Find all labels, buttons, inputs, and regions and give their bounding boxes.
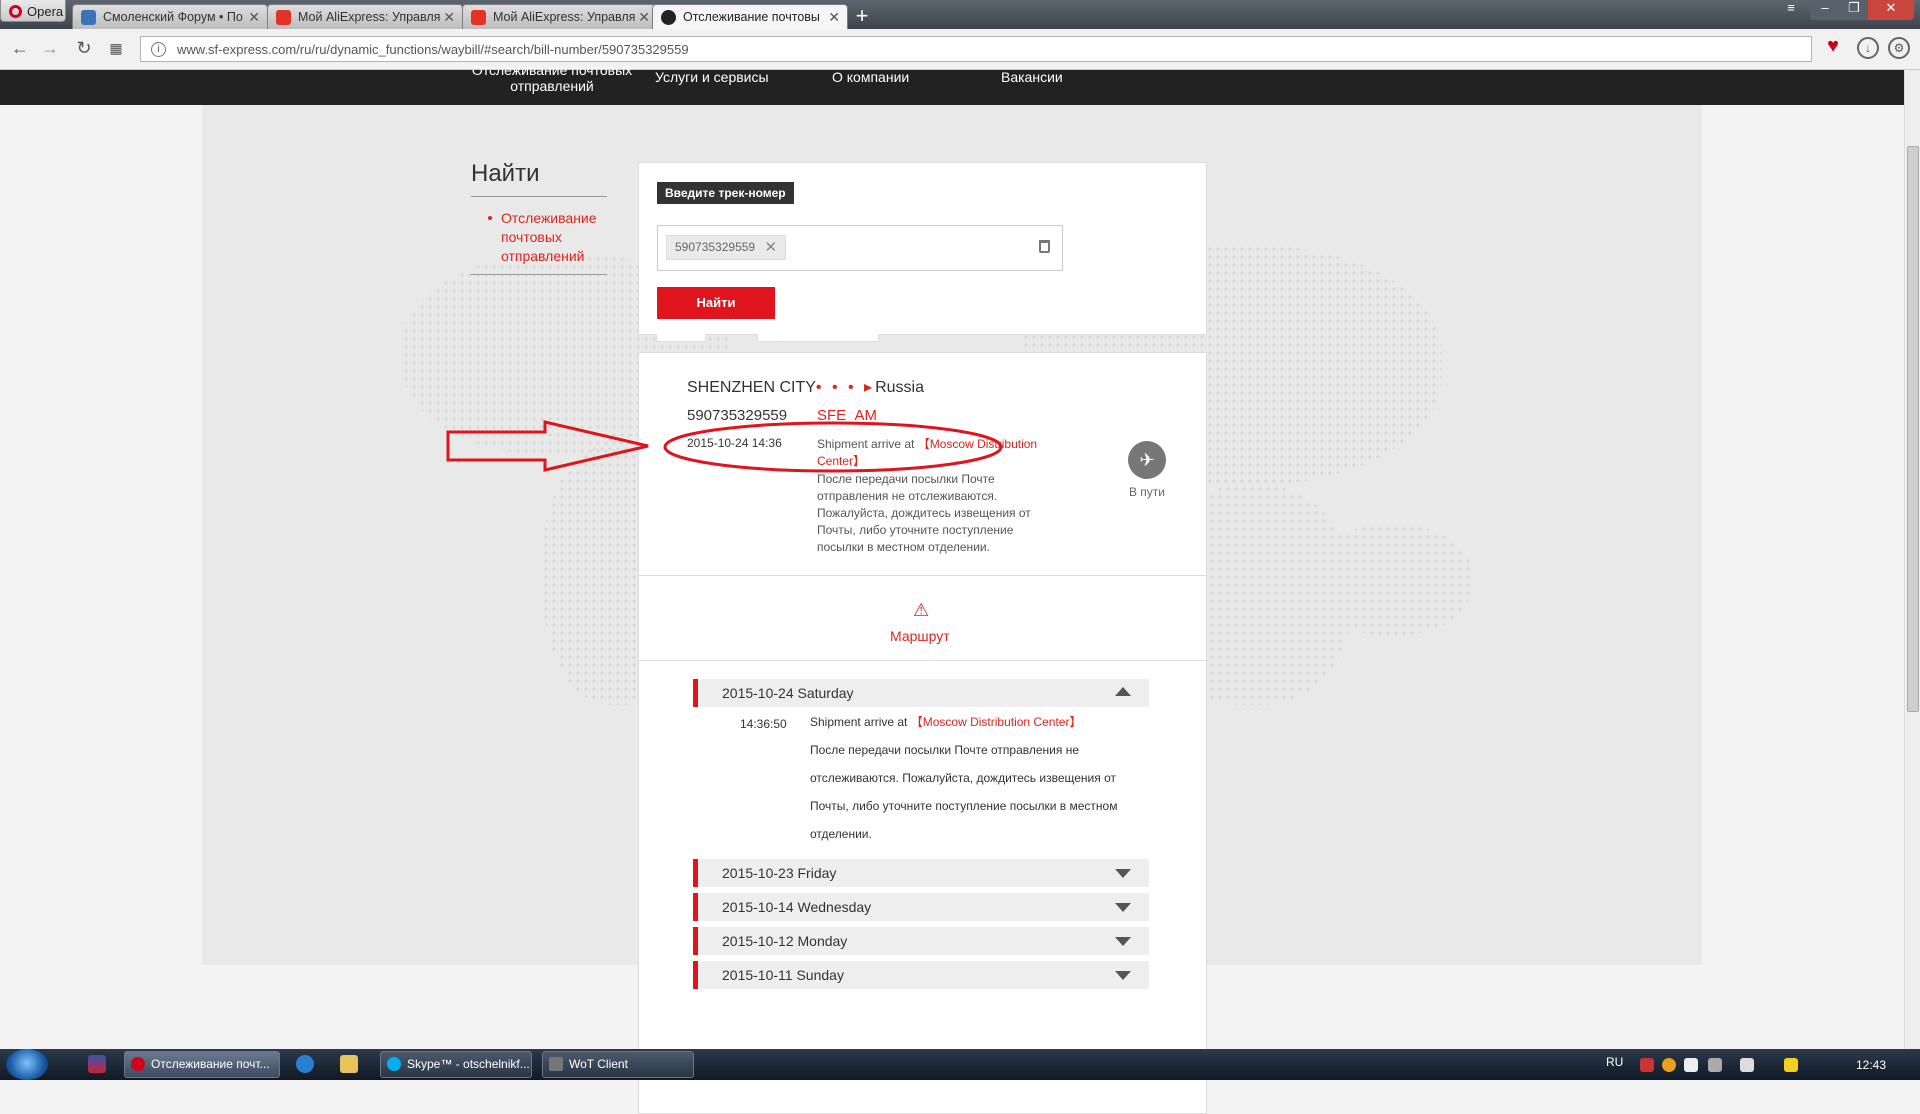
start-button[interactable] [6,1049,48,1080]
taskbar-opera[interactable]: Отслеживание почт... [124,1051,280,1078]
close-tab-icon[interactable]: ✕ [443,9,455,26]
annotation-ellipse [663,421,1003,473]
tray-volume-icon[interactable] [1684,1058,1698,1072]
tab-sf-tracking[interactable]: Отслеживание почтовы ✕ [652,4,848,29]
forward-arrow-icon[interactable]: → [38,38,62,59]
site-navigation: Отслеживание почтовых отправлений Услуги… [0,62,1904,105]
nav-services[interactable]: Услуги и сервисы [655,70,769,84]
tray-flag-icon[interactable] [1640,1058,1654,1072]
tray-avast-icon[interactable] [1662,1058,1676,1072]
aliexpress-favicon-icon [471,10,486,25]
maximize-button[interactable]: ❐ [1840,0,1868,20]
nav-about[interactable]: О компании [832,70,909,84]
page-content: Найти Отслеживание почтовых отправлений … [0,105,1904,1114]
windows-taskbar: Отслеживание почт... Skype™ - otschelnik… [0,1049,1920,1080]
folder-icon[interactable] [340,1055,358,1073]
tab-aliexpress-1[interactable]: Мой AliExpress: Управля ✕ [267,4,463,29]
page-scrollbar[interactable] [1904,70,1920,1049]
language-flag-icon[interactable] [88,1055,106,1073]
reload-icon[interactable]: ↻ [72,38,96,59]
taskbar-skype[interactable]: Skype™ - otschelnikf... [380,1051,532,1078]
clock[interactable]: 12:43 [1856,1058,1886,1072]
tray-notes-icon[interactable] [1784,1058,1798,1072]
tab-menu-icon[interactable]: ≡ [1778,0,1804,20]
tab-aliexpress-2[interactable]: Мой AliExpress: Управля ✕ [462,4,658,29]
nav-vacancies[interactable]: Вакансии [1001,70,1063,84]
download-icon[interactable]: ↓ [1857,37,1879,59]
tray-network-icon[interactable] [1708,1058,1722,1072]
close-tab-icon[interactable]: ✕ [638,9,650,26]
taskbar-wot[interactable]: WoT Client [542,1051,694,1078]
site-info-icon[interactable]: i [151,42,166,57]
skype-icon [387,1057,401,1071]
close-tab-icon[interactable]: ✕ [248,9,260,26]
sf-favicon-icon [661,10,676,25]
internet-explorer-icon[interactable] [296,1055,314,1073]
aliexpress-favicon-icon [276,10,291,25]
language-indicator[interactable]: RU [1606,1055,1623,1069]
address-bar-row: ← → ↻ ▦ i www.sf-express.com/ru/ru/dynam… [0,29,1920,70]
close-tab-icon[interactable]: ✕ [828,9,840,26]
nav-tracking[interactable]: Отслеживание почтовых отправлений [467,62,637,94]
speed-dial-grid-icon[interactable]: ▦ [104,40,128,57]
annotation-arrow [446,420,649,472]
scrollbar-thumb[interactable] [1907,146,1919,712]
tab-smolensk-forum[interactable]: Смоленский Форум • По ✕ [72,4,268,29]
forum-favicon-icon [81,10,96,25]
annotation-overlay [446,420,1003,473]
new-tab-button[interactable]: + [847,5,877,28]
opera-menu-button[interactable]: Opera [0,0,66,22]
opera-logo-icon [9,5,22,18]
wot-icon [549,1057,563,1071]
bookmark-heart-icon[interactable]: ♥ [1820,35,1846,61]
minimize-button[interactable]: – [1810,0,1840,20]
browser-tab-bar: Opera Смоленский Форум • По ✕ Мой AliExp… [0,0,1920,29]
close-window-button[interactable]: ✕ [1868,0,1914,20]
url-input[interactable]: i www.sf-express.com/ru/ru/dynamic_funct… [140,36,1812,62]
back-arrow-icon[interactable]: ← [8,38,32,59]
opera-icon [131,1057,145,1071]
settings-icon[interactable]: ⚙ [1888,37,1910,59]
tray-display-icon[interactable] [1740,1058,1754,1072]
